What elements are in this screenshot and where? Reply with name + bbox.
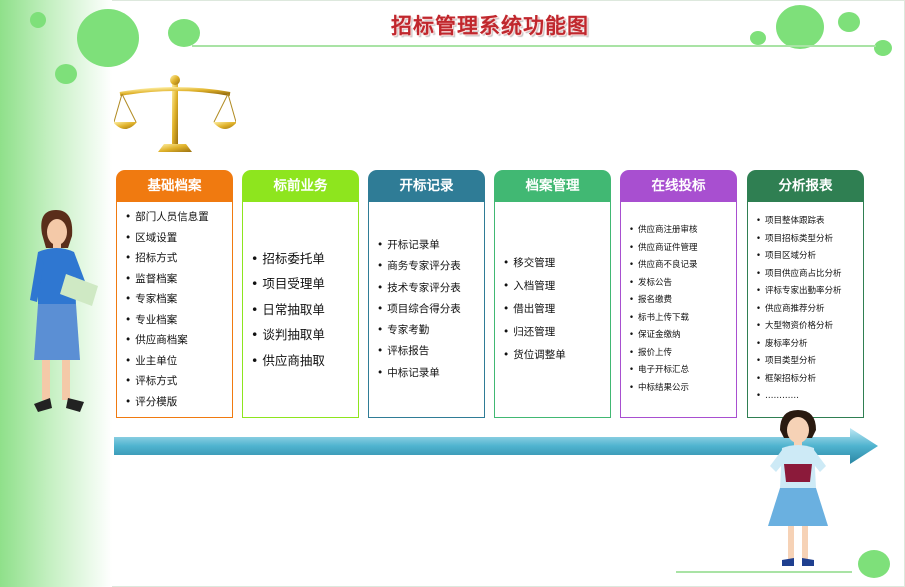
list-item[interactable]: 技术专家评分表 [377, 278, 484, 299]
list-item[interactable]: 供应商证件管理 [629, 240, 736, 258]
diagram-title: 招标管理系统功能图 [391, 14, 589, 38]
deco-circle [838, 12, 860, 32]
column-header[interactable]: 在线投标 [620, 170, 737, 202]
list-item[interactable]: 专家考勤 [377, 320, 484, 341]
list-item[interactable]: 电子开标汇总 [629, 362, 736, 380]
deco-circle [30, 12, 46, 28]
column-header[interactable]: 基础档案 [116, 170, 233, 202]
column-item-list: 供应商注册审核 供应商证件管理 供应商不良记录 发标公告 报名缴费 标书上传下载… [620, 202, 737, 418]
list-item[interactable]: 评标报告 [377, 341, 484, 362]
column-basic-archives: 基础档案 部门人员信息置 区域设置 招标方式 监督档案 专家档案 专业档案 供应… [116, 170, 233, 420]
deco-circle [750, 31, 766, 45]
list-item[interactable]: 发标公告 [629, 275, 736, 293]
column-header[interactable]: 档案管理 [494, 170, 611, 202]
list-item[interactable]: 中标记录单 [377, 363, 484, 384]
list-item[interactable]: 招标委托单 [251, 246, 358, 272]
column-pre-bid: 标前业务 招标委托单 项目受理单 日常抽取单 谈判抽取单 供应商抽取 [242, 170, 359, 420]
bottom-divider [676, 571, 852, 573]
list-item[interactable]: 供应商档案 [125, 330, 232, 351]
list-item[interactable]: 评标方式 [125, 371, 232, 392]
list-item[interactable]: 供应商不良记录 [629, 257, 736, 275]
list-item[interactable]: 框架招标分析 [756, 371, 863, 389]
column-header[interactable]: 开标记录 [368, 170, 485, 202]
deco-circle [874, 40, 892, 56]
column-bid-opening: 开标记录 开标记录单 商务专家评分表 技术专家评分表 项目综合得分表 专家考勤 … [368, 170, 485, 420]
column-online-bidding: 在线投标 供应商注册审核 供应商证件管理 供应商不良记录 发标公告 报名缴费 标… [620, 170, 737, 420]
column-item-list: 移交管理 入档管理 借出管理 归还管理 货位调整单 [494, 202, 611, 418]
deco-circle [77, 9, 139, 67]
list-item[interactable]: 报名缴费 [629, 292, 736, 310]
list-item[interactable]: 商务专家评分表 [377, 256, 484, 277]
column-header[interactable]: 分析报表 [747, 170, 864, 202]
list-item[interactable]: 废标率分析 [756, 336, 863, 354]
list-item[interactable]: 部门人员信息置 [125, 207, 232, 228]
list-item[interactable]: 区域设置 [125, 228, 232, 249]
list-item[interactable]: 项目受理单 [251, 271, 358, 297]
list-item[interactable]: 项目整体跟踪表 [756, 213, 863, 231]
list-item[interactable]: 移交管理 [503, 252, 610, 275]
list-item[interactable]: 入档管理 [503, 275, 610, 298]
balance-scale-icon [114, 75, 236, 152]
column-archive-management: 档案管理 移交管理 入档管理 借出管理 归还管理 货位调整单 [494, 170, 611, 420]
list-item[interactable]: 评分模版 [125, 392, 232, 413]
list-item[interactable]: 项目区域分析 [756, 248, 863, 266]
deco-circle [55, 64, 77, 84]
list-item[interactable]: 中标结果公示 [629, 380, 736, 398]
list-item[interactable]: 借出管理 [503, 298, 610, 321]
list-item[interactable]: 专业档案 [125, 310, 232, 331]
column-item-list: 项目整体跟踪表 项目招标类型分析 项目区域分析 项目供应商占比分析 评标专家出勤… [747, 202, 864, 418]
column-header[interactable]: 标前业务 [242, 170, 359, 202]
deco-circle [776, 5, 824, 49]
deco-circle [858, 550, 890, 578]
list-item[interactable]: 大型物资价格分析 [756, 318, 863, 336]
column-item-list: 部门人员信息置 区域设置 招标方式 监督档案 专家档案 专业档案 供应商档案 业… [116, 202, 233, 418]
list-item[interactable]: 项目招标类型分析 [756, 231, 863, 249]
list-item[interactable]: 开标记录单 [377, 235, 484, 256]
list-item[interactable]: 报价上传 [629, 345, 736, 363]
student-girl-figure-icon [768, 410, 828, 566]
list-item[interactable]: 供应商注册审核 [629, 222, 736, 240]
list-item[interactable]: 日常抽取单 [251, 297, 358, 323]
column-analysis-reports: 分析报表 项目整体跟踪表 项目招标类型分析 项目区域分析 项目供应商占比分析 评… [747, 170, 864, 420]
list-item[interactable]: 供应商抽取 [251, 348, 358, 374]
column-item-list: 开标记录单 商务专家评分表 技术专家评分表 项目综合得分表 专家考勤 评标报告 … [368, 202, 485, 418]
list-item[interactable]: 专家档案 [125, 289, 232, 310]
list-item[interactable]: 供应商推荐分析 [756, 301, 863, 319]
list-item[interactable]: 评标专家出勤率分析 [756, 283, 863, 301]
list-item[interactable]: 招标方式 [125, 248, 232, 269]
businesswoman-figure-icon [30, 210, 98, 412]
list-item[interactable]: 标书上传下载 [629, 310, 736, 328]
list-item[interactable]: 货位调整单 [503, 344, 610, 367]
list-item[interactable]: 谈判抽取单 [251, 322, 358, 348]
deco-circle [168, 19, 200, 47]
list-item[interactable]: 监督档案 [125, 269, 232, 290]
list-item[interactable]: 项目供应商占比分析 [756, 266, 863, 284]
column-item-list: 招标委托单 项目受理单 日常抽取单 谈判抽取单 供应商抽取 [242, 202, 359, 418]
list-item[interactable]: 项目综合得分表 [377, 299, 484, 320]
title-divider [192, 45, 876, 47]
list-item[interactable]: 项目类型分析 [756, 353, 863, 371]
list-item[interactable]: ………… [756, 388, 863, 406]
list-item[interactable]: 归还管理 [503, 321, 610, 344]
list-item[interactable]: 业主单位 [125, 351, 232, 372]
list-item[interactable]: 保证金缴纳 [629, 327, 736, 345]
